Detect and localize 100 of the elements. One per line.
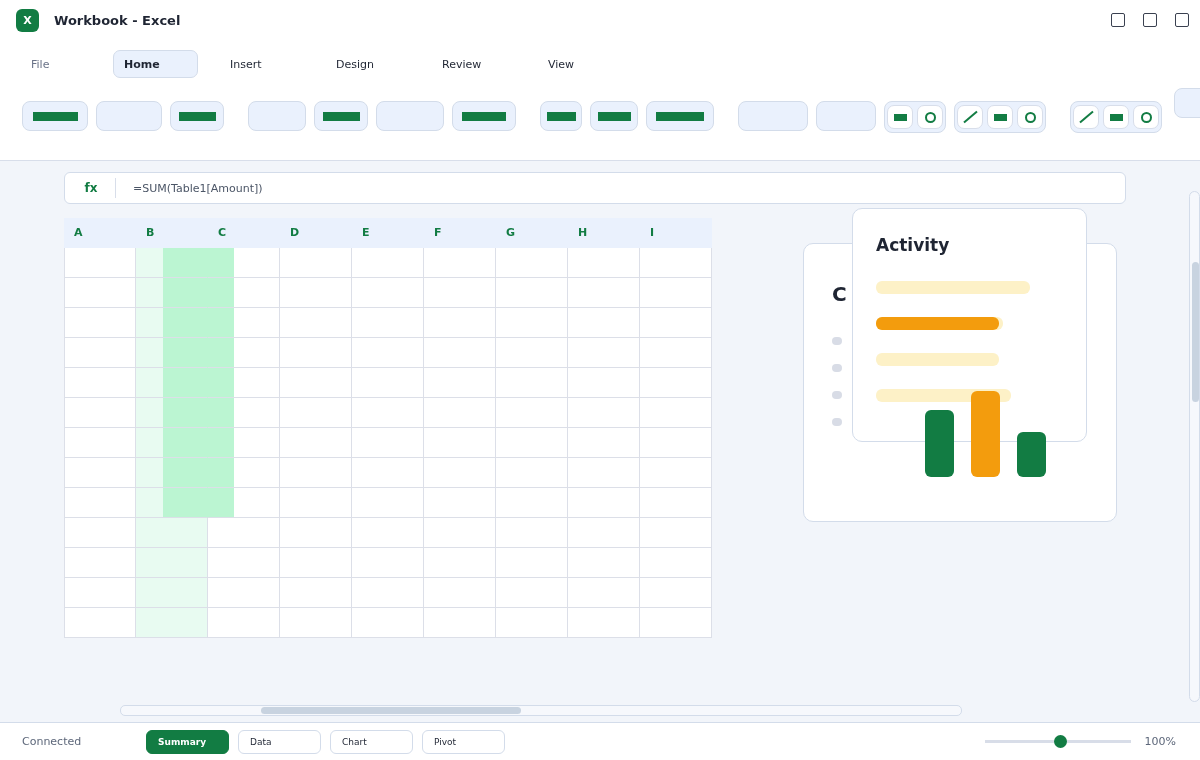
line-icon[interactable] [957, 105, 983, 129]
column-header[interactable]: G [496, 218, 568, 248]
table-cell[interactable] [352, 398, 424, 428]
table-cell[interactable] [64, 608, 136, 638]
table-cell[interactable] [640, 488, 712, 518]
table-cell[interactable] [640, 428, 712, 458]
table-cell[interactable] [496, 428, 568, 458]
ribbon-button[interactable] [452, 101, 516, 131]
line-icon[interactable] [1073, 105, 1099, 129]
table-cell[interactable] [352, 278, 424, 308]
table-cell[interactable] [136, 548, 208, 578]
column-header[interactable]: C [208, 218, 280, 248]
ribbon-tab[interactable]: View [537, 50, 622, 78]
table-cell[interactable] [496, 308, 568, 338]
table-cell[interactable] [208, 488, 280, 518]
table-cell[interactable] [280, 488, 352, 518]
table-cell[interactable] [568, 338, 640, 368]
table-cell[interactable] [568, 608, 640, 638]
table-cell[interactable] [424, 608, 496, 638]
table-cell[interactable] [64, 548, 136, 578]
table-cell[interactable] [352, 548, 424, 578]
table-cell[interactable] [352, 248, 424, 278]
table-cell[interactable] [496, 518, 568, 548]
ribbon-button[interactable] [646, 101, 714, 131]
table-cell[interactable] [496, 458, 568, 488]
table-cell[interactable] [424, 278, 496, 308]
table-cell[interactable] [136, 338, 208, 368]
table-cell[interactable] [64, 458, 136, 488]
sheet-tab[interactable]: Data [238, 729, 321, 754]
table-cell[interactable] [280, 518, 352, 548]
table-cell[interactable] [640, 608, 712, 638]
table-cell[interactable] [568, 548, 640, 578]
table-cell[interactable] [352, 368, 424, 398]
table-cell[interactable] [352, 428, 424, 458]
table-cell[interactable] [280, 428, 352, 458]
table-cell[interactable] [496, 548, 568, 578]
table-cell[interactable] [568, 278, 640, 308]
table-cell[interactable] [352, 578, 424, 608]
ribbon-button[interactable] [22, 101, 88, 131]
table-cell[interactable] [136, 398, 208, 428]
ribbon-tab[interactable]: Design [325, 50, 410, 78]
table-cell[interactable] [496, 248, 568, 278]
table-cell[interactable] [640, 548, 712, 578]
ribbon-tab[interactable]: Insert [219, 50, 304, 78]
table-cell[interactable] [496, 488, 568, 518]
table-cell[interactable] [496, 398, 568, 428]
table-cell[interactable] [136, 308, 208, 338]
table-cell[interactable] [64, 398, 136, 428]
table-cell[interactable] [208, 458, 280, 488]
table-cell[interactable] [496, 338, 568, 368]
table-cell[interactable] [280, 278, 352, 308]
table-cell[interactable] [352, 308, 424, 338]
vertical-scrollbar[interactable] [1188, 191, 1200, 702]
table-cell[interactable] [640, 368, 712, 398]
table-cell[interactable] [136, 578, 208, 608]
table-cell[interactable] [568, 518, 640, 548]
table-cell[interactable] [64, 278, 136, 308]
horizontal-scrollbar[interactable] [120, 705, 962, 716]
column-header[interactable]: A [64, 218, 136, 248]
table-cell[interactable] [280, 248, 352, 278]
table-cell[interactable] [640, 248, 712, 278]
slider-thumb[interactable] [1054, 735, 1068, 748]
table-cell[interactable] [208, 248, 280, 278]
column-header[interactable]: F [424, 218, 496, 248]
window-control-icon[interactable] [1175, 13, 1189, 27]
table-cell[interactable] [496, 608, 568, 638]
window-control-icon[interactable] [1111, 13, 1125, 27]
table-cell[interactable] [640, 338, 712, 368]
table-cell[interactable] [208, 338, 280, 368]
table-cell[interactable] [568, 458, 640, 488]
table-cell[interactable] [424, 578, 496, 608]
column-header[interactable]: I [640, 218, 712, 248]
table-cell[interactable] [496, 578, 568, 608]
column-header[interactable]: B [136, 218, 208, 248]
table-cell[interactable] [64, 248, 136, 278]
table-cell[interactable] [640, 518, 712, 548]
table-cell[interactable] [208, 548, 280, 578]
table-cell[interactable] [568, 578, 640, 608]
table-cell[interactable] [136, 368, 208, 398]
table-cell[interactable] [280, 368, 352, 398]
table-cell[interactable] [280, 338, 352, 368]
table-cell[interactable] [424, 548, 496, 578]
ribbon-button[interactable] [540, 101, 582, 131]
table-cell[interactable] [352, 458, 424, 488]
column-header[interactable]: H [568, 218, 640, 248]
table-cell[interactable] [280, 398, 352, 428]
table-cell[interactable] [424, 368, 496, 398]
table-cell[interactable] [208, 368, 280, 398]
table-cell[interactable] [280, 308, 352, 338]
table-cell[interactable] [64, 488, 136, 518]
table-cell[interactable] [352, 488, 424, 518]
table-cell[interactable] [208, 308, 280, 338]
table-cell[interactable] [208, 278, 280, 308]
table-cell[interactable] [424, 398, 496, 428]
table-cell[interactable] [208, 518, 280, 548]
table-cell[interactable] [568, 248, 640, 278]
table-cell[interactable] [640, 278, 712, 308]
table-cell[interactable] [136, 518, 208, 548]
table-cell[interactable] [208, 608, 280, 638]
table-cell[interactable] [280, 608, 352, 638]
